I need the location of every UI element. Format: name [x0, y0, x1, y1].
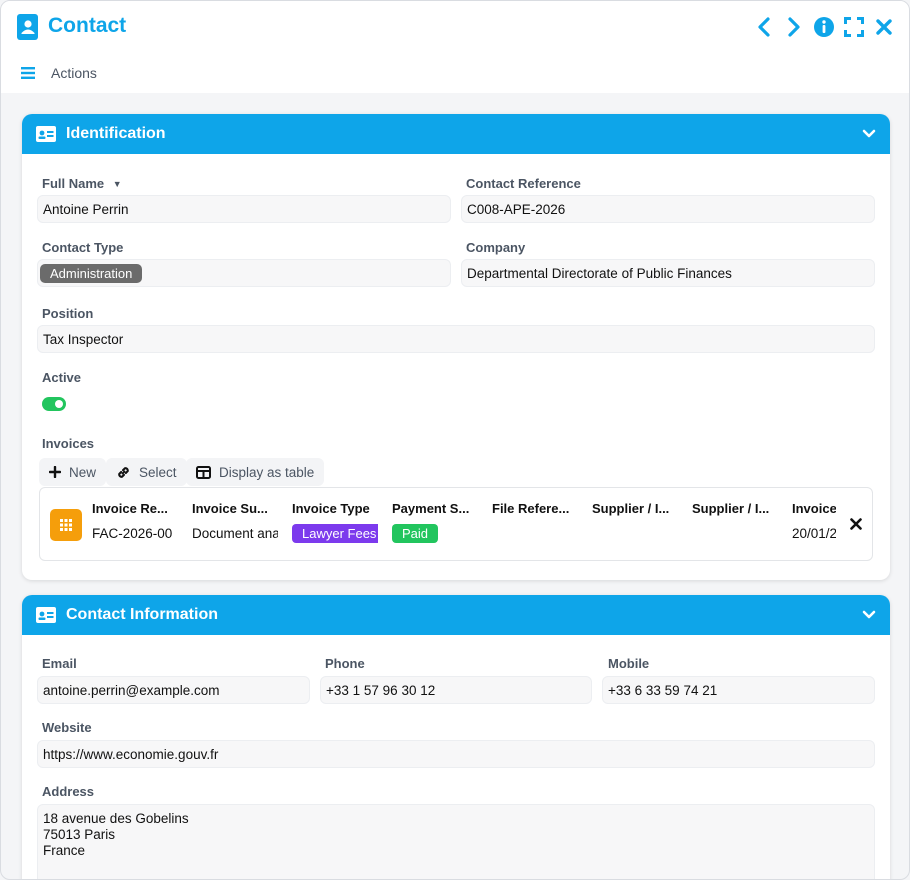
remove-invoice-icon[interactable] — [850, 518, 862, 530]
contact-information-section: Contact Information Email antoine.perrin… — [22, 595, 890, 879]
caret-down-icon[interactable]: ▼ — [113, 179, 122, 189]
identification-title: Identification — [66, 125, 166, 142]
table-icon — [196, 465, 211, 479]
website-label: Website — [42, 720, 92, 735]
company-label: Company — [466, 240, 526, 255]
next-icon[interactable] — [783, 15, 805, 39]
address-label: Address — [42, 784, 95, 799]
mobile-field[interactable]: +33 6 33 59 74 21 — [602, 676, 875, 704]
active-toggle[interactable] — [42, 397, 66, 411]
invoice-subject-value: Document ana — [192, 526, 278, 541]
position-label: Position — [42, 306, 94, 321]
contact-reference-label: Contact Reference — [466, 176, 581, 191]
invoice-col-ref-header: Invoice Re... — [92, 501, 168, 516]
chevron-down-icon[interactable] — [862, 610, 876, 620]
email-field[interactable]: antoine.perrin@example.com — [37, 676, 310, 704]
contact-book-icon — [17, 14, 38, 40]
invoice-col-file-ref-header: File Refere... — [492, 501, 570, 516]
invoice-col-subject-header: Invoice Su... — [192, 501, 268, 516]
info-icon[interactable] — [813, 15, 835, 39]
plus-icon — [49, 466, 61, 478]
website-field[interactable]: https://www.economie.gouv.fr — [37, 740, 875, 768]
invoice-col-type: Invoice Type Lawyer Fees — [292, 501, 378, 543]
position-field[interactable]: Tax Inspector — [37, 325, 875, 353]
invoices-toolbar: New Select Display as table — [39, 458, 439, 486]
invoice-grid-icon — [50, 509, 82, 541]
phone-field[interactable]: +33 1 57 96 30 12 — [320, 676, 592, 704]
header-controls — [753, 15, 895, 39]
link-icon — [118, 466, 129, 478]
address-field[interactable]: 18 avenue des Gobelins 75013 Paris Franc… — [37, 804, 875, 879]
invoice-col-supplier-1-header: Supplier / I... — [592, 501, 670, 516]
invoice-col-supplier-1: Supplier / I... — [592, 501, 678, 526]
full-name-field[interactable]: Antoine Perrin — [37, 195, 451, 223]
mobile-label: Mobile — [608, 656, 650, 671]
contact-type-field[interactable]: Administration — [37, 259, 451, 287]
identification-header[interactable]: Identification — [22, 114, 890, 154]
close-icon[interactable] — [873, 15, 895, 39]
invoices-label: Invoices — [42, 436, 95, 451]
identification-section: Identification Full Name ▼ Antoine Perri… — [22, 114, 890, 580]
invoice-ref-value: FAC-2026-00 — [92, 526, 173, 541]
invoice-list-item[interactable]: Invoice Re... FAC-2026-00 Invoice Su... … — [39, 487, 873, 561]
contact-information-title: Contact Information — [66, 606, 218, 623]
active-label: Active — [42, 370, 82, 385]
invoice-type-badge: Lawyer Fees — [292, 524, 378, 543]
invoice-col-file-ref: File Refere... — [492, 501, 578, 526]
new-invoice-button[interactable]: New — [39, 458, 107, 486]
payment-status-badge: Paid — [392, 524, 439, 543]
invoice-col-type-header: Invoice Type — [292, 501, 370, 516]
id-card-icon — [36, 126, 56, 142]
phone-label: Phone — [325, 656, 365, 671]
invoice-col-date-header: Invoice — [792, 501, 836, 516]
invoice-col-supplier-2: Supplier / I... — [692, 501, 778, 526]
id-card-icon — [36, 607, 56, 623]
select-invoice-button[interactable]: Select — [106, 458, 187, 486]
window-title: Contact — [48, 14, 127, 37]
company-field[interactable]: Departmental Directorate of Public Finan… — [461, 259, 875, 287]
invoice-col-payment: Payment S... Paid — [392, 501, 478, 543]
chevron-down-icon[interactable] — [862, 129, 876, 139]
contact-information-header[interactable]: Contact Information — [22, 595, 890, 635]
previous-icon[interactable] — [753, 15, 775, 39]
window-header: Contact Actions — [1, 1, 909, 93]
contact-reference-field[interactable]: C008-APE-2026 — [461, 195, 875, 223]
actions-label: Actions — [51, 65, 97, 81]
contact-type-tag: Administration — [40, 263, 143, 283]
display-as-table-button[interactable]: Display as table — [186, 458, 325, 486]
email-label: Email — [42, 656, 77, 671]
invoice-date-value: 20/01/2 — [792, 526, 836, 541]
hamburger-icon — [21, 67, 35, 79]
actions-menu[interactable]: Actions — [21, 65, 97, 81]
contact-type-label: Contact Type — [42, 240, 124, 255]
invoice-col-date: Invoice 20/01/2 — [792, 501, 836, 541]
invoice-col-subject: Invoice Su... Document ana — [192, 501, 278, 541]
invoice-col-payment-header: Payment S... — [392, 501, 470, 516]
full-name-label: Full Name ▼ — [42, 176, 122, 191]
invoice-col-supplier-2-header: Supplier / I... — [692, 501, 770, 516]
fullscreen-icon[interactable] — [843, 15, 865, 39]
invoice-col-ref: Invoice Re... FAC-2026-00 — [92, 501, 178, 541]
contact-window: Contact Actions Identification Full Name… — [0, 0, 910, 880]
